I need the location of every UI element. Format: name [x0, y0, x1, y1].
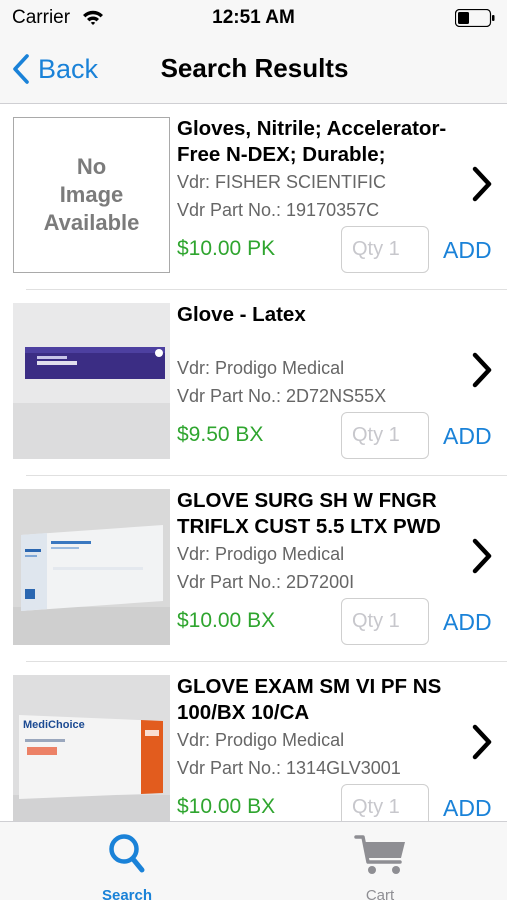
- vendor-part-number: Vdr Part No.: 1314GLV3001: [177, 758, 401, 778]
- chevron-right-icon[interactable]: [470, 723, 494, 761]
- vendor-part-number: Vdr Part No.: 2D7200I: [177, 572, 355, 592]
- vendor-part-number: Vdr Part No.: 2D72NS55X: [177, 386, 387, 406]
- quantity-input[interactable]: [341, 226, 429, 273]
- battery-icon: [454, 8, 495, 28]
- product-image: [13, 489, 170, 645]
- list-item[interactable]: GLOVE SURG SH W FNGR TRIFLX CUST 5.5 LTX…: [0, 476, 507, 662]
- product-image: MediChoice: [13, 675, 170, 821]
- search-icon: [109, 834, 145, 873]
- add-button[interactable]: ADD: [443, 609, 492, 636]
- chevron-right-icon[interactable]: [470, 537, 494, 575]
- product-title: GLOVE EXAM SM VI PF NS 100/BX 10/CA: [177, 675, 442, 724]
- results-list[interactable]: No Image Available Gloves, Nitrile; Acce…: [0, 104, 507, 821]
- tab-search-label: Search: [101, 887, 153, 900]
- no-image-label: No Image Available: [43, 154, 140, 235]
- vendor-label: Vdr: Prodigo Medical: [177, 358, 345, 378]
- price-label: $10.00 BX: [177, 609, 276, 632]
- price-label: $10.00 PK: [177, 237, 276, 260]
- tab-bar: Search Cart: [0, 821, 507, 900]
- product-title: Glove - Latex: [177, 303, 306, 326]
- chevron-right-icon[interactable]: [470, 165, 494, 203]
- vendor-label: Vdr: Prodigo Medical: [177, 730, 345, 750]
- product-image: [13, 303, 170, 459]
- chevron-right-icon[interactable]: [470, 351, 494, 389]
- list-item[interactable]: Glove - Latex Vdr: Prodigo Medical Vdr P…: [0, 290, 507, 476]
- vendor-label: Vdr: Prodigo Medical: [177, 544, 345, 564]
- list-item[interactable]: MediChoice GLOVE EXAM SM VI PF NS 100/BX…: [0, 662, 507, 821]
- cart-icon: [354, 835, 405, 874]
- tab-cart[interactable]: Cart: [325, 830, 435, 900]
- status-bar: Carrier 12:51 AM: [0, 0, 507, 36]
- quantity-input[interactable]: [341, 412, 429, 459]
- price-label: $10.00 BX: [177, 795, 276, 818]
- navigation-bar: Back Search Results: [0, 36, 507, 104]
- tab-cart-label: Cart: [365, 887, 395, 900]
- clock: 12:51 AM: [212, 7, 295, 28]
- quantity-input[interactable]: [341, 598, 429, 645]
- vendor-label: Vdr: FISHER SCIENTIFIC: [177, 172, 387, 192]
- page-title-text: Search Results: [160, 53, 349, 83]
- brand-logo: MediChoice: [23, 719, 85, 731]
- quantity-input[interactable]: [341, 784, 429, 821]
- vendor-part-number: Vdr Part No.: 19170357C: [177, 200, 380, 220]
- add-button[interactable]: ADD: [443, 237, 492, 264]
- add-button[interactable]: ADD: [443, 423, 492, 450]
- price-label: $9.50 BX: [177, 423, 264, 446]
- product-title: Gloves, Nitrile; Accelerator- Free N-DEX…: [177, 117, 447, 166]
- page-title: Search Results: [0, 53, 507, 84]
- product-image-placeholder: No Image Available: [13, 117, 170, 273]
- add-button[interactable]: ADD: [443, 795, 492, 821]
- product-title: GLOVE SURG SH W FNGR TRIFLX CUST 5.5 LTX…: [177, 489, 441, 538]
- list-item[interactable]: No Image Available Gloves, Nitrile; Acce…: [0, 104, 507, 290]
- tab-search[interactable]: Search: [72, 830, 182, 900]
